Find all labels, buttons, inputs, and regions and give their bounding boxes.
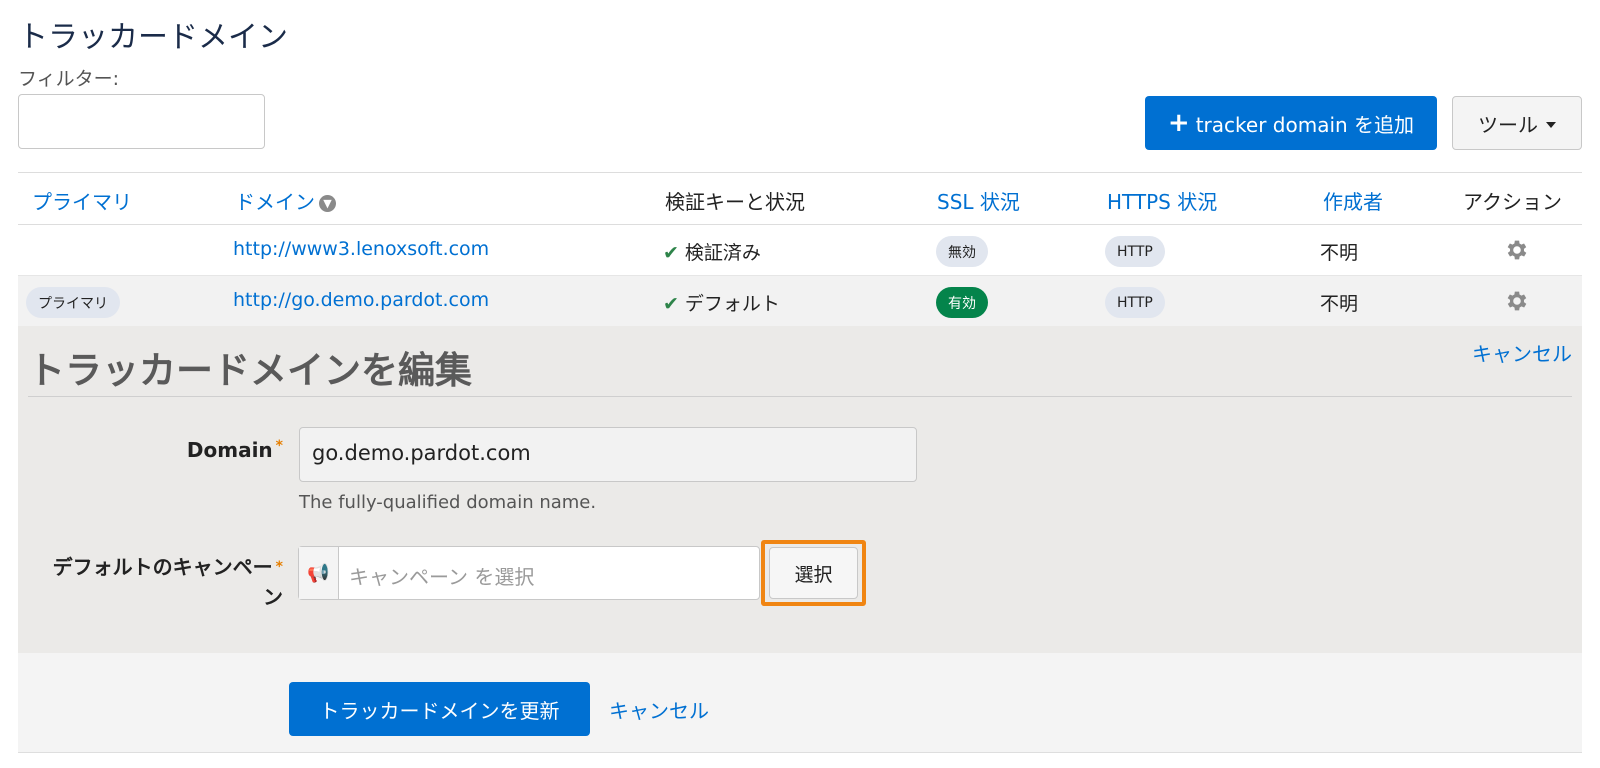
default-campaign-label: デフォルトのキャンペー * ン bbox=[28, 552, 283, 612]
domain-input[interactable]: go.demo.pardot.com bbox=[299, 427, 917, 482]
https-status-badge: HTTP bbox=[1105, 287, 1165, 318]
domain-link[interactable]: http://go.demo.pardot.com bbox=[233, 289, 489, 311]
select-highlight: 選択 bbox=[761, 540, 866, 606]
megaphone-icon: 📢 bbox=[299, 547, 339, 599]
plus-icon: + bbox=[1167, 108, 1190, 138]
sort-down-icon[interactable]: ▼ bbox=[319, 195, 336, 212]
gear-icon[interactable] bbox=[1504, 237, 1530, 263]
creator: 不明 bbox=[1320, 293, 1359, 315]
tracker-domain-table: プライマリ ドメイン ▼ 検証キーと状況 SSL 状況 HTTPS 状況 作成者 … bbox=[18, 172, 1582, 327]
cancel-link-bottom[interactable]: キャンセル bbox=[609, 695, 709, 724]
campaign-input[interactable]: キャンペーン を選択 bbox=[339, 547, 759, 599]
header-verify: 検証キーと状況 bbox=[665, 190, 805, 214]
filter-label: フィルター: bbox=[18, 68, 120, 90]
header-action: アクション bbox=[1463, 190, 1562, 214]
form-footer: トラッカードメインを更新 キャンセル bbox=[18, 653, 1582, 753]
header-primary[interactable]: プライマリ bbox=[32, 186, 132, 215]
default-campaign-label-text: デフォルトのキャンペー bbox=[52, 555, 273, 579]
header-creator[interactable]: 作成者 bbox=[1323, 186, 1383, 215]
verify-status-label: 検証済み bbox=[684, 242, 761, 264]
table-row: http://www3.lenoxsoft.com ✔ 検証済み 無効 HTTP … bbox=[18, 225, 1582, 276]
header-https[interactable]: HTTPS 状況 bbox=[1107, 186, 1217, 215]
header-domain[interactable]: ドメイン ▼ bbox=[235, 186, 336, 215]
edit-tracker-domain-panel: トラッカードメインを編集 キャンセル Domain * go.demo.pardo… bbox=[18, 326, 1582, 653]
header-ssl[interactable]: SSL 状況 bbox=[937, 186, 1020, 215]
creator: 不明 bbox=[1320, 242, 1359, 264]
gear-icon[interactable] bbox=[1504, 288, 1530, 314]
tools-dropdown-button[interactable]: ツール bbox=[1452, 96, 1582, 150]
header-domain-label: ドメイン bbox=[235, 190, 315, 214]
edit-title: トラッカードメインを編集 bbox=[28, 349, 472, 392]
primary-badge: プライマリ bbox=[26, 287, 120, 318]
verify-status-label: デフォルト bbox=[684, 293, 780, 315]
check-icon: ✔ bbox=[663, 293, 679, 315]
tools-label: ツール bbox=[1478, 112, 1538, 137]
domain-link[interactable]: http://www3.lenoxsoft.com bbox=[233, 238, 489, 260]
verify-status: ✔ デフォルト bbox=[663, 289, 780, 316]
domain-label-text: Domain bbox=[186, 438, 273, 462]
domain-help-text: The fully-qualified domain name. bbox=[299, 492, 597, 513]
edit-divider bbox=[28, 396, 1572, 397]
campaign-picker: 📢 キャンペーン を選択 bbox=[298, 546, 760, 600]
cancel-link-top[interactable]: キャンセル bbox=[1472, 338, 1572, 367]
page-title: トラッカードメイン bbox=[18, 20, 288, 55]
filter-input[interactable] bbox=[18, 94, 265, 149]
add-tracker-domain-label: tracker domain を追加 bbox=[1195, 112, 1415, 137]
add-tracker-domain-button[interactable]: + tracker domain を追加 bbox=[1145, 96, 1437, 150]
check-icon: ✔ bbox=[663, 242, 679, 264]
ssl-status-badge: 有効 bbox=[936, 287, 988, 318]
caret-down-icon bbox=[1546, 122, 1556, 128]
required-marker: * bbox=[275, 559, 283, 575]
verify-status: ✔ 検証済み bbox=[663, 238, 761, 265]
select-campaign-button[interactable]: 選択 bbox=[769, 547, 858, 599]
required-marker: * bbox=[275, 438, 283, 454]
https-status-badge: HTTP bbox=[1105, 236, 1165, 267]
update-tracker-domain-button[interactable]: トラッカードメインを更新 bbox=[289, 682, 590, 736]
default-campaign-label-text-2: ン bbox=[263, 585, 283, 609]
table-row: プライマリ http://go.demo.pardot.com ✔ デフォルト 有… bbox=[18, 276, 1582, 327]
ssl-status-badge: 無効 bbox=[936, 236, 988, 267]
table-header: プライマリ ドメイン ▼ 検証キーと状況 SSL 状況 HTTPS 状況 作成者 … bbox=[18, 172, 1582, 225]
domain-label: Domain * bbox=[78, 438, 283, 462]
